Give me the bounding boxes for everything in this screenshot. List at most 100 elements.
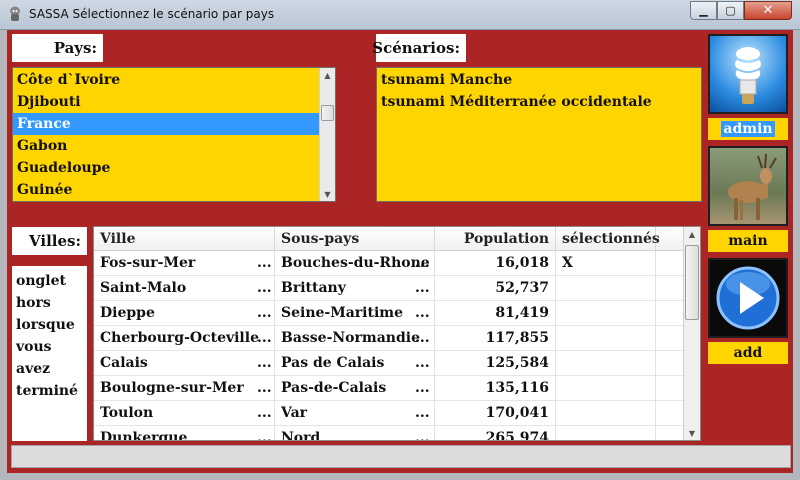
cell-sous-pays[interactable]: Pas-de-Calais bbox=[275, 376, 435, 401]
scroll-thumb[interactable] bbox=[321, 105, 334, 121]
hint-text-line: hors bbox=[16, 295, 51, 311]
ellipsis-button[interactable]: ... bbox=[257, 251, 272, 276]
cell-population[interactable]: 265,974 bbox=[435, 426, 556, 440]
add-label: add bbox=[708, 342, 788, 364]
column-header-ville[interactable]: Ville bbox=[94, 227, 275, 251]
cell-selectionnes[interactable] bbox=[556, 326, 656, 351]
main-button[interactable]: main bbox=[708, 146, 788, 252]
table-row[interactable]: Dunkerque Nord 265,974...... bbox=[94, 426, 683, 440]
ellipsis-button[interactable]: ... bbox=[415, 426, 430, 440]
close-button[interactable]: ✕ bbox=[744, 1, 792, 20]
column-header-sous-pays[interactable]: Sous-pays bbox=[275, 227, 435, 251]
ellipsis-button[interactable]: ... bbox=[257, 301, 272, 326]
pays-scrollbar[interactable]: ▲ ▼ bbox=[319, 68, 335, 201]
pays-list[interactable]: Côte d`Ivoire Djibouti France Gabon Guadelou… bbox=[12, 67, 336, 202]
cell-sous-pays[interactable]: Brittany bbox=[275, 276, 435, 301]
ellipsis-button[interactable]: ... bbox=[257, 401, 272, 426]
cell-population[interactable]: 170,041 bbox=[435, 401, 556, 426]
hint-text-line: terminé bbox=[16, 383, 78, 399]
cell-population[interactable]: 16,018 bbox=[435, 251, 556, 276]
table-row[interactable]: Calais Pas de Calais 125,584...... bbox=[94, 351, 683, 376]
pays-list-item[interactable]: Guinée bbox=[13, 179, 319, 201]
ellipsis-button[interactable]: ... bbox=[415, 326, 430, 351]
cell-population[interactable]: 81,419 bbox=[435, 301, 556, 326]
cities-table[interactable]: Ville Sous-pays Population sélectionnés … bbox=[93, 226, 701, 441]
pays-list-item[interactable]: Guadeloupe bbox=[13, 157, 319, 179]
add-button[interactable]: add bbox=[708, 258, 788, 364]
column-header-selectionnes[interactable]: sélectionnés bbox=[556, 227, 660, 251]
ellipsis-button[interactable]: ... bbox=[415, 351, 430, 376]
table-row[interactable]: Dieppe Seine-Maritime 81,419...... bbox=[94, 301, 683, 326]
pays-list-item[interactable]: Djibouti bbox=[13, 91, 319, 113]
cell-population[interactable]: 117,855 bbox=[435, 326, 556, 351]
cell-sous-pays[interactable]: Basse-Normandie bbox=[275, 326, 435, 351]
table-row[interactable]: Toulon Var 170,041...... bbox=[94, 401, 683, 426]
cell-ville[interactable]: Saint-Malo bbox=[94, 276, 275, 301]
table-row[interactable]: Fos-sur-Mer Bouches-du-Rhone 16,018 X...... bbox=[94, 251, 683, 276]
ellipsis-button[interactable]: ... bbox=[415, 376, 430, 401]
play-icon bbox=[708, 258, 788, 338]
pays-list-item[interactable]: Gabon bbox=[13, 135, 319, 157]
ellipsis-button[interactable]: ... bbox=[257, 276, 272, 301]
cell-sous-pays[interactable]: Nord bbox=[275, 426, 435, 440]
pays-list-item[interactable]: France bbox=[13, 113, 319, 135]
table-row[interactable]: Boulogne-sur-Mer Pas-de-Calais 135,116....… bbox=[94, 376, 683, 401]
main-panel: Pays: Côte d`Ivoire Djibouti France Gabon Gu… bbox=[7, 30, 793, 473]
ellipsis-button[interactable]: ... bbox=[415, 401, 430, 426]
cell-ville[interactable]: Dieppe bbox=[94, 301, 275, 326]
cell-ville[interactable]: Cherbourg-Octeville bbox=[94, 326, 275, 351]
ellipsis-button[interactable]: ... bbox=[257, 326, 272, 351]
cell-ville[interactable]: Dunkerque bbox=[94, 426, 275, 440]
maximize-icon: ▢ bbox=[725, 4, 736, 17]
app-icon bbox=[10, 6, 20, 21]
ellipsis-button[interactable]: ... bbox=[257, 426, 272, 440]
cell-sous-pays[interactable]: Var bbox=[275, 401, 435, 426]
ellipsis-button[interactable]: ... bbox=[415, 276, 430, 301]
ellipsis-button[interactable]: ... bbox=[415, 301, 430, 326]
maximize-button[interactable]: ▢ bbox=[717, 1, 744, 20]
cell-population[interactable]: 135,116 bbox=[435, 376, 556, 401]
minimize-button[interactable]: ▁ bbox=[690, 1, 717, 20]
scenario-list-item[interactable]: tsunami Méditerranée occidentale bbox=[377, 91, 697, 113]
cell-selectionnes[interactable] bbox=[556, 276, 656, 301]
ellipsis-button[interactable]: ... bbox=[257, 351, 272, 376]
cell-population[interactable]: 52,737 bbox=[435, 276, 556, 301]
cell-ville[interactable]: Fos-sur-Mer bbox=[94, 251, 275, 276]
lightbulb-icon bbox=[708, 34, 788, 114]
scroll-down-icon[interactable]: ▼ bbox=[320, 187, 335, 201]
pays-label: Pays: bbox=[12, 34, 103, 62]
table-row[interactable]: Cherbourg-Octeville Basse-Normandie 117,85… bbox=[94, 326, 683, 351]
cell-sous-pays[interactable]: Seine-Maritime bbox=[275, 301, 435, 326]
cell-selectionnes[interactable] bbox=[556, 426, 656, 440]
scenarios-label: Scénarios: bbox=[372, 34, 466, 62]
admin-label: admin bbox=[708, 118, 788, 140]
scroll-up-icon[interactable]: ▲ bbox=[684, 227, 700, 241]
cell-population[interactable]: 125,584 bbox=[435, 351, 556, 376]
deer-image bbox=[708, 146, 788, 226]
table-scrollbar[interactable]: ▲ ▼ bbox=[683, 227, 700, 440]
scroll-up-icon[interactable]: ▲ bbox=[320, 68, 335, 82]
column-header-population[interactable]: Population bbox=[435, 227, 556, 251]
cell-ville[interactable]: Calais bbox=[94, 351, 275, 376]
window-title: SASSA Sélectionnez le scénario par pays bbox=[29, 7, 275, 21]
cell-sous-pays[interactable]: Bouches-du-Rhone bbox=[275, 251, 435, 276]
scenarios-list[interactable]: tsunami Manche tsunami Méditerranée occid… bbox=[376, 67, 702, 202]
cell-ville[interactable]: Toulon bbox=[94, 401, 275, 426]
table-row[interactable]: Saint-Malo Brittany 52,737...... bbox=[94, 276, 683, 301]
cell-selectionnes[interactable] bbox=[556, 376, 656, 401]
scroll-down-icon[interactable]: ▼ bbox=[684, 426, 700, 440]
ellipsis-button[interactable]: ... bbox=[257, 376, 272, 401]
ellipsis-button[interactable]: ... bbox=[415, 251, 430, 276]
admin-button[interactable]: admin bbox=[708, 34, 788, 140]
cell-ville[interactable]: Boulogne-sur-Mer bbox=[94, 376, 275, 401]
cell-selectionnes[interactable] bbox=[556, 351, 656, 376]
cell-selectionnes[interactable]: X bbox=[556, 251, 656, 276]
scenario-list-item[interactable]: tsunami Manche bbox=[377, 69, 697, 91]
cell-selectionnes[interactable] bbox=[556, 401, 656, 426]
hint-text-line: vous bbox=[16, 339, 52, 355]
cell-selectionnes[interactable] bbox=[556, 301, 656, 326]
cell-sous-pays[interactable]: Pas de Calais bbox=[275, 351, 435, 376]
pays-list-item[interactable]: Côte d`Ivoire bbox=[13, 69, 319, 91]
status-bar bbox=[11, 445, 791, 468]
scroll-thumb[interactable] bbox=[685, 245, 699, 320]
